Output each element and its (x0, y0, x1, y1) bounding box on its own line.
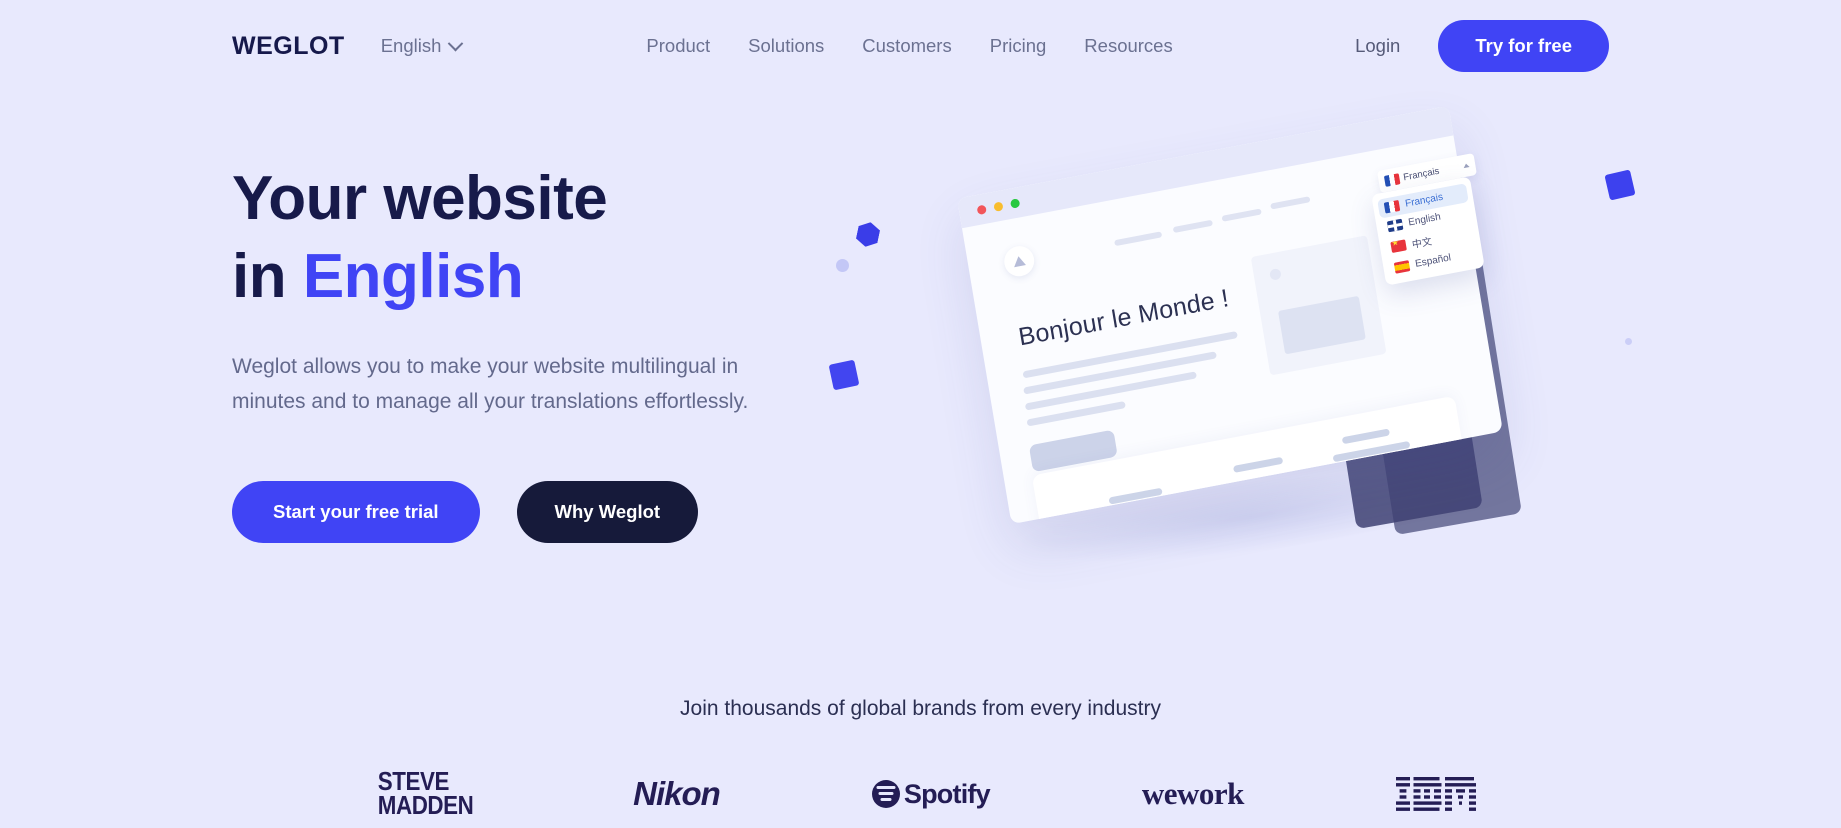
language-option-label: English (1407, 211, 1442, 229)
language-switcher-label: English (380, 34, 442, 56)
main-navigation: Product Solutions Customers Pricing Reso… (646, 36, 1172, 56)
headline-accent-word: English (302, 242, 524, 312)
brand-logo-line-2: MADDEN (377, 790, 474, 820)
headline-line-1: Your website (232, 164, 608, 233)
circle-decoration (836, 259, 849, 272)
page-title: Your website in English (232, 160, 872, 316)
language-option-label: 中文 (1411, 236, 1433, 252)
spotify-icon (871, 780, 900, 808)
nav-item-customers[interactable]: Customers (862, 36, 989, 56)
square-decoration-right (1604, 169, 1636, 201)
nav-item-solutions[interactable]: Solutions (748, 36, 862, 56)
brand-logo-nikon: Nikon (633, 775, 721, 812)
close-traffic-light-icon (976, 204, 987, 215)
minimize-traffic-light-icon (993, 200, 1004, 212)
mock-nav-line (1172, 219, 1214, 234)
ibm-icon (1395, 777, 1476, 811)
language-switcher[interactable]: English (380, 34, 464, 56)
spain-flag-icon (1393, 260, 1411, 274)
mock-footer-line (1232, 456, 1284, 473)
mock-image-card (1250, 235, 1387, 376)
brand-logo-spotify: Spotify (871, 778, 991, 810)
mock-language-selector-label: Français (1402, 165, 1441, 183)
nav-item-product[interactable]: Product (646, 36, 748, 56)
mock-nav-line (1221, 208, 1262, 222)
uk-flag-icon (1386, 218, 1404, 233)
language-option-label: Español (1414, 252, 1452, 270)
brand-logo-label: Spotify (903, 778, 991, 809)
mock-image-dot (1269, 267, 1282, 281)
france-flag-icon (1383, 199, 1401, 214)
mock-nav-line (1270, 196, 1311, 210)
try-for-free-button[interactable]: Try for free (1438, 19, 1609, 73)
dot-decoration-right (1625, 338, 1632, 345)
weglot-logo[interactable]: WEGLOT (232, 33, 345, 59)
brand-logo-steve-madden: STEVE MADDEN (377, 768, 474, 820)
login-link[interactable]: Login (1355, 36, 1400, 56)
square-decoration-left (828, 359, 860, 391)
mock-footer-line (1341, 428, 1391, 445)
chevron-up-icon (1463, 163, 1470, 169)
chevron-down-icon (448, 35, 464, 51)
nav-item-pricing[interactable]: Pricing (990, 36, 1085, 56)
site-header: WEGLOT English Product Solutions Custome… (0, 0, 1841, 92)
france-flag-icon (1383, 172, 1401, 187)
china-flag-icon (1390, 239, 1407, 254)
hero-content: Your website in English Weglot allows yo… (232, 160, 872, 544)
mock-site-logo-icon (1002, 243, 1037, 279)
hero-illustration: Bonjour le Monde ! Français Français Eng… (957, 105, 1600, 600)
brand-logos-row: STEVE MADDEN Nikon Spotify wework (370, 760, 1480, 828)
brand-logo-ibm (1395, 777, 1480, 811)
start-free-trial-button[interactable]: Start your free trial (232, 480, 480, 544)
hero-cta-group: Start your free trial Why Weglot (232, 480, 872, 544)
nav-item-resources[interactable]: Resources (1084, 36, 1172, 56)
maximize-traffic-light-icon (1009, 197, 1021, 209)
hero-subheading: Weglot allows you to make your website m… (232, 355, 749, 414)
mock-nav-line (1114, 231, 1163, 247)
mock-language-dropdown[interactable]: Français English 中文 Español (1371, 176, 1485, 286)
headline-line-2-prefix: in (232, 242, 303, 312)
why-weglot-button[interactable]: Why Weglot (516, 480, 699, 544)
brands-heading: Join thousands of global brands from eve… (680, 697, 1161, 720)
brand-logo-wework: wework (1141, 776, 1245, 811)
header-actions: Login Try for free (1355, 19, 1609, 73)
